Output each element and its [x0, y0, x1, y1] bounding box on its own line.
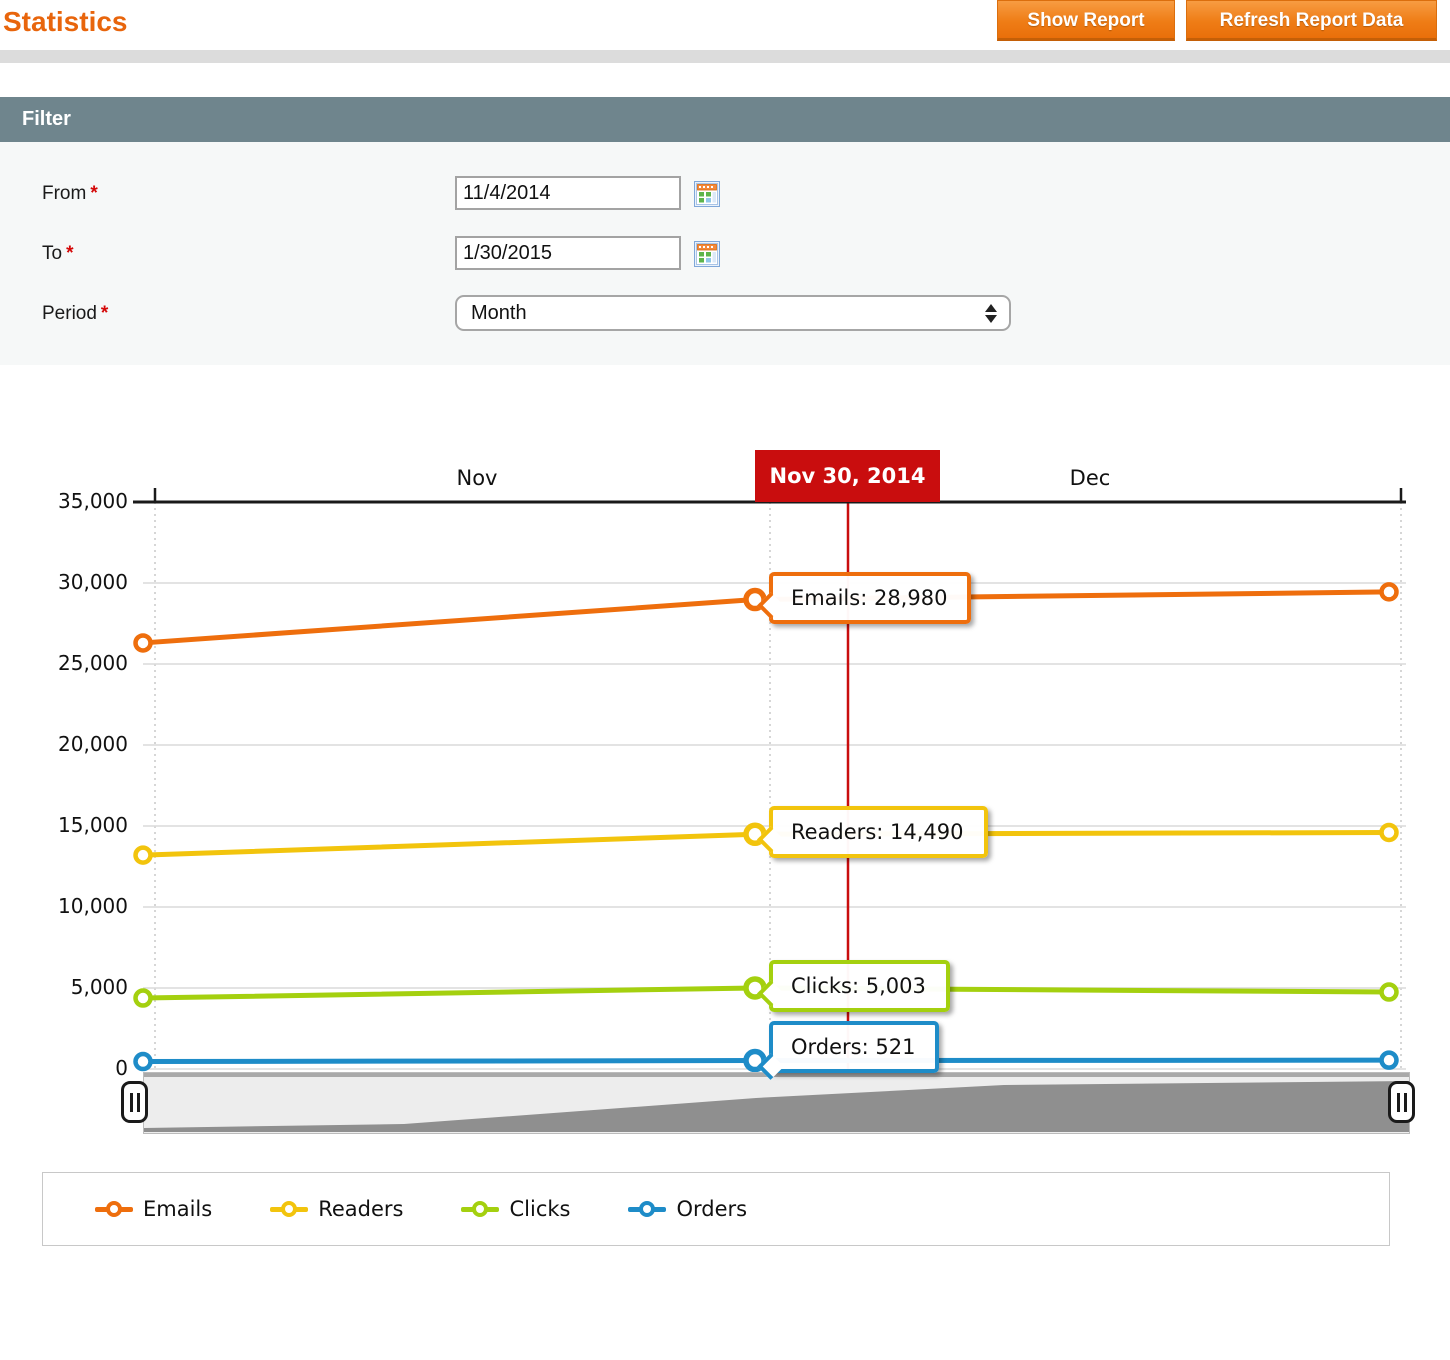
legend-label: Orders	[676, 1197, 747, 1221]
navigator-area-chart	[144, 1076, 1409, 1132]
to-calendar-button[interactable]	[694, 241, 720, 267]
right-range-handle[interactable]	[1388, 1081, 1415, 1123]
filter-panel-title: Filter	[22, 108, 71, 130]
legend-line-marker-icon	[95, 1201, 133, 1217]
tooltip-clicks: Clicks: 5,003	[769, 960, 950, 1012]
to-label: To*	[42, 243, 73, 265]
required-asterisk: *	[90, 183, 97, 204]
legend-label: Clicks	[509, 1197, 570, 1221]
required-asterisk: *	[66, 243, 73, 264]
y-axis-label: 15,000	[0, 813, 128, 837]
legend-line-marker-icon	[628, 1201, 666, 1217]
tooltip-arrow	[757, 826, 784, 853]
grip-icon	[130, 1093, 133, 1112]
chart-legend: Emails Readers Clicks Orders	[42, 1172, 1390, 1246]
page-title: Statistics	[3, 6, 128, 38]
y-axis-label: 10,000	[0, 894, 128, 918]
filter-panel: From* To*	[0, 142, 1450, 365]
legend-label: Emails	[143, 1197, 212, 1221]
tooltip-arrow	[757, 980, 784, 1007]
to-date-input[interactable]	[455, 236, 681, 270]
from-date-input[interactable]	[455, 176, 681, 210]
legend-label: Readers	[318, 1197, 403, 1221]
legend-item-clicks: Clicks	[461, 1197, 570, 1221]
range-selector-track[interactable]	[143, 1072, 1410, 1134]
tooltip-text: Clicks: 5,003	[791, 974, 926, 998]
required-asterisk: *	[101, 303, 108, 324]
from-calendar-button[interactable]	[694, 181, 720, 207]
legend-item-readers: Readers	[270, 1197, 403, 1221]
from-label: From*	[42, 183, 98, 205]
y-axis-label: 30,000	[0, 570, 128, 594]
tooltip-text: Readers: 14,490	[791, 820, 964, 844]
grip-icon	[137, 1093, 140, 1112]
highlighted-date-badge: Nov 30, 2014	[755, 450, 940, 502]
legend-item-orders: Orders	[628, 1197, 747, 1221]
y-axis-label: 20,000	[0, 732, 128, 756]
filter-panel-header: Filter	[0, 97, 1450, 142]
tooltip-orders: Orders: 521	[769, 1021, 939, 1073]
select-arrows-icon	[985, 304, 997, 323]
left-range-handle[interactable]	[121, 1081, 148, 1123]
show-report-button[interactable]: Show Report	[997, 0, 1175, 41]
grip-icon	[1404, 1093, 1407, 1112]
y-axis-label: 0	[0, 1056, 128, 1080]
y-axis-label: 25,000	[0, 651, 128, 675]
tooltip-text: Orders: 521	[791, 1035, 915, 1059]
x-axis-label-nov: Nov	[417, 466, 537, 490]
period-label: Period*	[42, 303, 108, 325]
y-axis-label: 5,000	[0, 975, 128, 999]
calendar-icon	[694, 241, 720, 267]
tooltip-text: Emails: 28,980	[791, 586, 947, 610]
legend-item-emails: Emails	[95, 1197, 212, 1221]
period-select-value: Month	[471, 302, 527, 324]
tooltip-arrow	[757, 592, 784, 619]
header-divider	[0, 50, 1450, 63]
x-axis-label-dec: Dec	[1030, 466, 1150, 490]
tooltip-readers: Readers: 14,490	[769, 806, 988, 858]
statistics-line-chart	[0, 440, 1450, 1080]
legend-line-marker-icon	[461, 1201, 499, 1217]
refresh-report-data-button[interactable]: Refresh Report Data	[1186, 0, 1437, 41]
grip-icon	[1397, 1093, 1400, 1112]
y-axis-label: 35,000	[0, 489, 128, 513]
statistics-page: Statistics Show Report Refresh Report Da…	[0, 0, 1450, 1360]
period-select[interactable]: Month	[455, 295, 1011, 331]
calendar-icon	[694, 181, 720, 207]
tooltip-emails: Emails: 28,980	[769, 572, 971, 624]
legend-line-marker-icon	[270, 1201, 308, 1217]
